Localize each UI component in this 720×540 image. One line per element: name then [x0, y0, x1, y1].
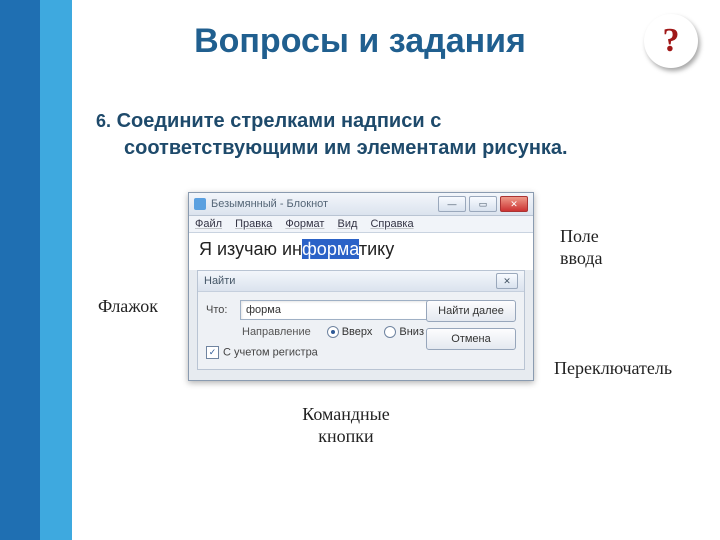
sidebar-dark	[0, 0, 40, 540]
cancel-button[interactable]: Отмена	[426, 328, 516, 350]
label-cmd-l1: Командные	[302, 404, 390, 424]
direction-label: Направление	[242, 326, 311, 338]
match-case-label: С учетом регистра	[223, 347, 318, 359]
label-input-field: Поле ввода	[560, 226, 603, 269]
menu-file[interactable]: Файл	[195, 218, 222, 230]
text-before: Я изучаю ин	[199, 239, 302, 259]
sidebar-light	[40, 0, 72, 540]
menu-edit[interactable]: Правка	[235, 218, 272, 230]
text-selection: форма	[302, 239, 359, 259]
maximize-button[interactable]: ▭	[469, 196, 497, 212]
find-next-button[interactable]: Найти далее	[426, 300, 516, 322]
label-command-buttons: Командные кнопки	[286, 404, 406, 447]
find-titlebar: Найти ✕	[198, 271, 524, 292]
task-number: 6.	[96, 111, 111, 131]
close-button[interactable]: ✕	[500, 196, 528, 212]
menu-help[interactable]: Справка	[370, 218, 413, 230]
notepad-window: Безымянный - Блокнот — ▭ ✕ Файл Правка Ф…	[188, 192, 534, 381]
question-icon: ?	[663, 22, 680, 60]
radio-down-label: Вниз	[399, 326, 424, 338]
task-line-1: Соедините стрелками надписи с	[117, 110, 442, 132]
checkbox-icon	[206, 346, 219, 359]
text-after: тику	[359, 239, 394, 259]
task-line-2: соответствующими им элементами рисунка.	[96, 135, 650, 162]
notepad-title: Безымянный - Блокнот	[211, 198, 438, 210]
help-badge: ?	[644, 14, 698, 68]
page-title: Вопросы и задания	[120, 22, 600, 61]
radio-up-icon	[327, 326, 339, 338]
label-input-field-l1: Поле	[560, 226, 599, 246]
find-title: Найти	[204, 275, 235, 287]
notepad-icon	[194, 198, 206, 210]
radio-up-option[interactable]: Вверх	[327, 326, 373, 338]
find-what-label: Что:	[206, 304, 240, 316]
label-radio: Переключатель	[554, 358, 672, 380]
find-close-button[interactable]: ✕	[496, 273, 518, 289]
label-checkbox: Флажок	[98, 296, 158, 318]
task-text: 6. Соедините стрелками надписи с соответ…	[96, 108, 650, 162]
window-buttons: — ▭ ✕	[438, 196, 528, 212]
minimize-button[interactable]: —	[438, 196, 466, 212]
label-input-field-l2: ввода	[560, 248, 603, 268]
radio-down-option[interactable]: Вниз	[384, 326, 424, 338]
menu-format[interactable]: Формат	[285, 218, 324, 230]
label-cmd-l2: кнопки	[318, 426, 373, 446]
radio-up-label: Вверх	[342, 326, 373, 338]
menubar: Файл Правка Формат Вид Справка	[189, 216, 533, 233]
radio-down-icon	[384, 326, 396, 338]
text-editor[interactable]: Я изучаю информатику	[189, 233, 533, 270]
notepad-titlebar: Безымянный - Блокнот — ▭ ✕	[189, 193, 533, 216]
menu-view[interactable]: Вид	[337, 218, 357, 230]
find-dialog: Найти ✕ Что: форма Направление Вверх Вни…	[197, 270, 525, 370]
